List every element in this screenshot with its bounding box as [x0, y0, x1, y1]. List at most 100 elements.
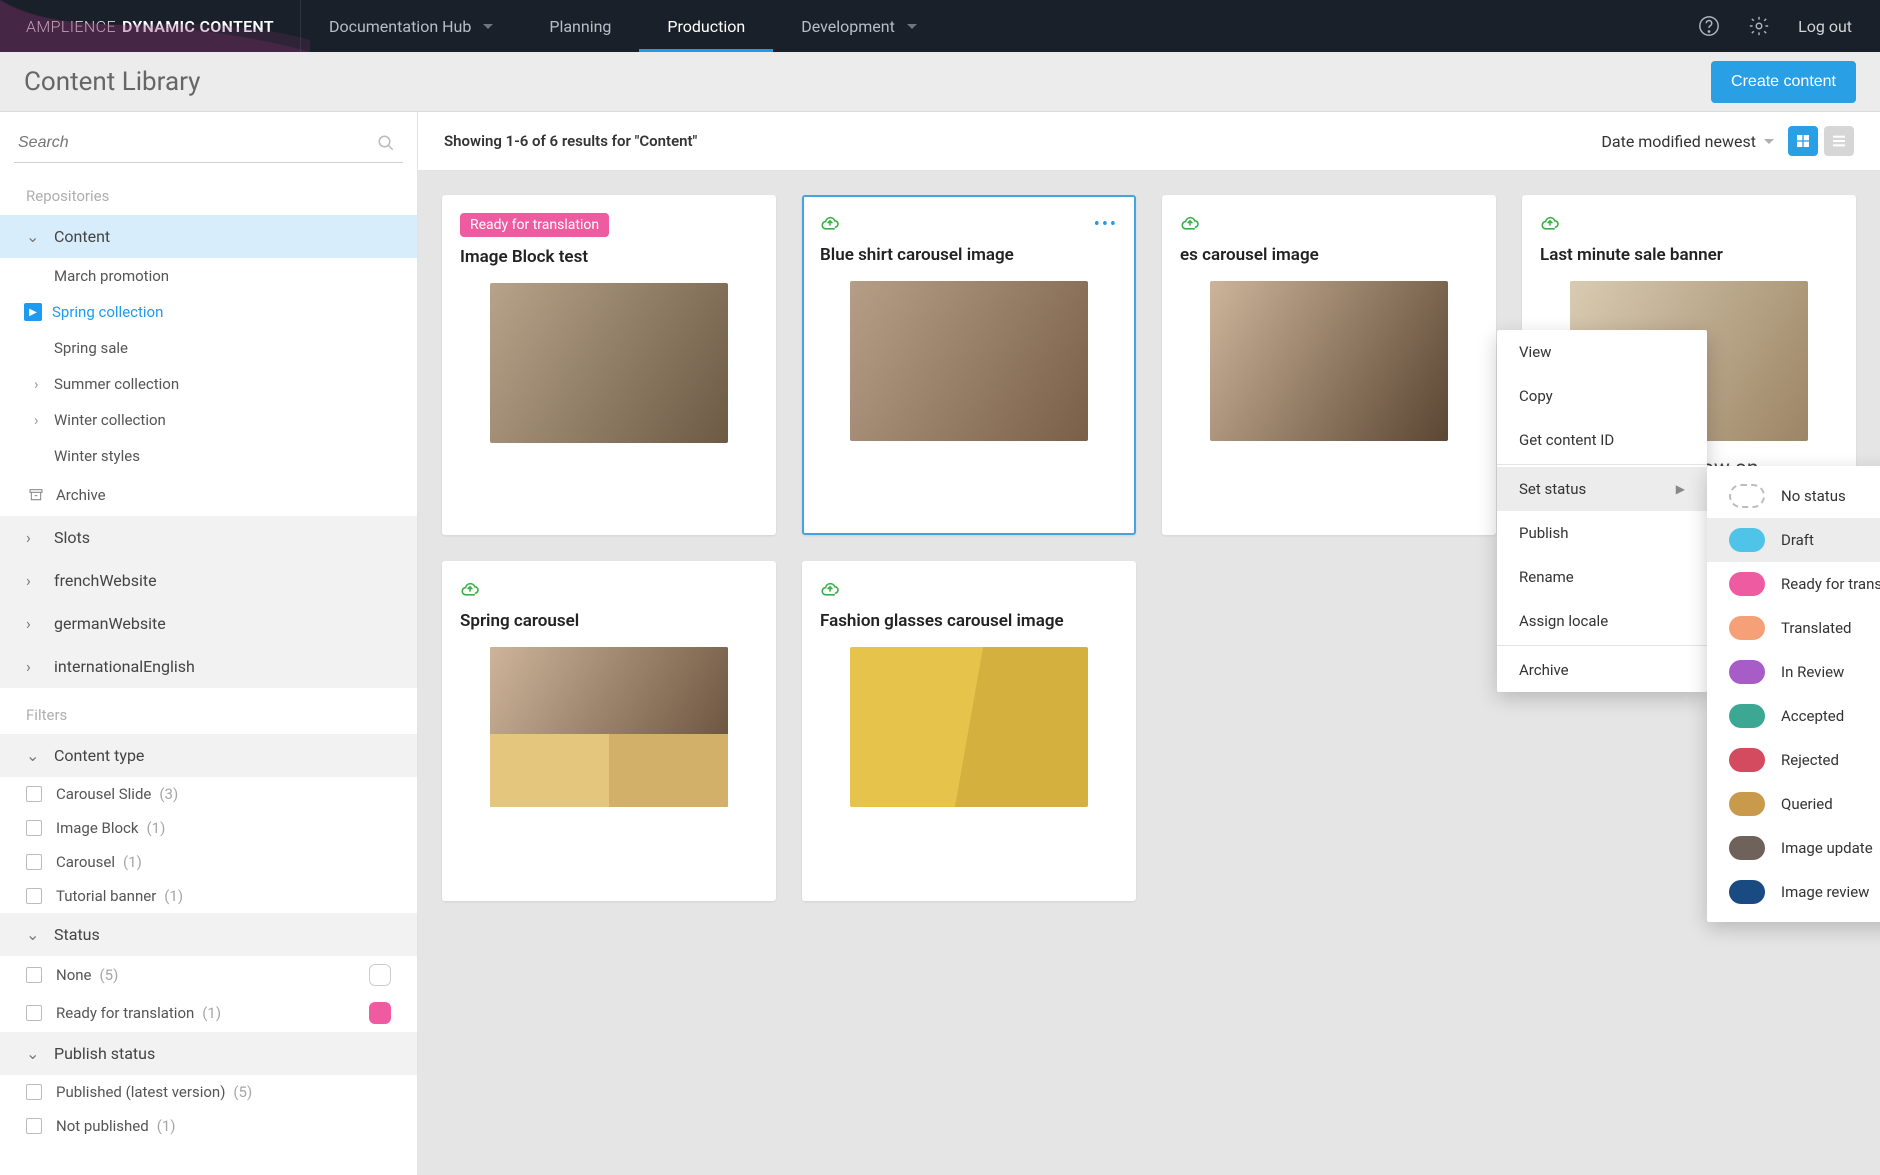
- content-card[interactable]: Ready for translationImage Block test: [442, 195, 776, 535]
- checkbox[interactable]: [26, 854, 42, 870]
- menu-set-status[interactable]: Set status ▶: [1497, 467, 1707, 511]
- tab-development[interactable]: Development: [773, 0, 945, 52]
- content-card[interactable]: Fashion glasses carousel image: [802, 561, 1136, 901]
- filter-count: (1): [123, 853, 142, 871]
- repo-tree: March promotion ▶Spring collection Spring …: [0, 258, 417, 474]
- status-dot: [1729, 836, 1765, 860]
- filter-item[interactable]: Image Block(1): [0, 811, 417, 845]
- sort-label: Date modified newest: [1601, 132, 1756, 151]
- checkbox[interactable]: [26, 967, 42, 983]
- chevron-down-icon: ⌄: [26, 227, 40, 246]
- card-more-button[interactable]: •••: [1094, 214, 1118, 235]
- filter-label: Image Block: [56, 819, 139, 837]
- filter-count: (3): [159, 785, 178, 803]
- status-dot: [1729, 880, 1765, 904]
- tree-item[interactable]: March promotion: [0, 258, 417, 294]
- tab-label: Planning: [549, 17, 611, 36]
- list-view-button[interactable]: [1824, 126, 1854, 156]
- sidebar: Repositories ⌄ Content March promotion▶S…: [0, 112, 418, 1175]
- tab-planning[interactable]: Planning: [521, 0, 639, 52]
- content-card[interactable]: Spring carousel: [442, 561, 776, 901]
- help-icon[interactable]: [1698, 15, 1720, 37]
- filter-status[interactable]: ⌄ Status: [0, 913, 417, 956]
- repo-content[interactable]: ⌄ Content: [0, 215, 417, 258]
- tree-label: Spring sale: [54, 339, 128, 357]
- status-option[interactable]: Rejected: [1707, 738, 1880, 782]
- menu-assign-locale[interactable]: Assign locale: [1497, 599, 1707, 643]
- status-option[interactable]: Image review: [1707, 870, 1880, 914]
- menu-divider: [1497, 464, 1707, 465]
- menu-rename[interactable]: Rename: [1497, 555, 1707, 599]
- content-card[interactable]: es carousel image: [1162, 195, 1496, 535]
- menu-get-content-id[interactable]: Get content ID: [1497, 418, 1707, 462]
- status-badge: Ready for translation: [460, 213, 609, 237]
- status-option[interactable]: Translated: [1707, 606, 1880, 650]
- checkbox[interactable]: [26, 1084, 42, 1100]
- status-label: Image update: [1781, 839, 1873, 857]
- repo-section[interactable]: ›frenchWebsite: [0, 559, 417, 602]
- status-option[interactable]: Accepted: [1707, 694, 1880, 738]
- chevron-right-icon: ›: [26, 657, 40, 676]
- search-input[interactable]: [14, 124, 403, 163]
- chevron-right-icon: ▶: [1676, 482, 1685, 496]
- content-bar: Showing 1-6 of 6 results for "Content" D…: [418, 112, 1880, 171]
- tree-label: March promotion: [54, 267, 169, 285]
- main: Repositories ⌄ Content March promotion▶S…: [0, 112, 1880, 1175]
- repo-section[interactable]: ›Slots: [0, 516, 417, 559]
- filter-item[interactable]: Carousel(1): [0, 845, 417, 879]
- content-card[interactable]: •••Blue shirt carousel image: [802, 195, 1136, 535]
- grid-view-button[interactable]: [1788, 126, 1818, 156]
- tree-item[interactable]: ▶Spring collection: [0, 294, 417, 330]
- menu-view[interactable]: View: [1497, 330, 1707, 374]
- filter-label: Status: [54, 925, 100, 944]
- cloud-upload-icon: [1540, 216, 1560, 232]
- tree-item[interactable]: Spring sale: [0, 330, 417, 366]
- gear-icon[interactable]: [1748, 15, 1770, 37]
- tab-production[interactable]: Production: [639, 0, 773, 52]
- archive-link[interactable]: Archive: [0, 474, 417, 516]
- checkbox[interactable]: [26, 1005, 42, 1021]
- card-thumbnail: [490, 647, 728, 807]
- filter-item[interactable]: Published (latest version)(5): [0, 1075, 417, 1109]
- tree-item[interactable]: ›Winter collection: [0, 402, 417, 438]
- filter-publish-status[interactable]: ⌄ Publish status: [0, 1032, 417, 1075]
- checkbox[interactable]: [26, 786, 42, 802]
- status-option[interactable]: Image update: [1707, 826, 1880, 870]
- filter-item[interactable]: Tutorial banner(1): [0, 879, 417, 913]
- filter-content-type[interactable]: ⌄ Content type: [0, 734, 417, 777]
- tab-documentation-hub[interactable]: Documentation Hub: [301, 0, 521, 52]
- filter-item[interactable]: Not published(1): [0, 1109, 417, 1143]
- filter-label: None: [56, 966, 92, 984]
- logout-link[interactable]: Log out: [1798, 17, 1852, 36]
- menu-archive[interactable]: Archive: [1497, 648, 1707, 692]
- chevron-right-icon: ›: [26, 614, 40, 633]
- checkbox[interactable]: [26, 820, 42, 836]
- status-option[interactable]: Draft: [1707, 518, 1880, 562]
- filter-item[interactable]: None(5): [0, 956, 417, 994]
- sort-dropdown[interactable]: Date modified newest: [1601, 132, 1774, 151]
- section-label: germanWebsite: [54, 614, 166, 633]
- menu-label: Copy: [1519, 387, 1553, 405]
- chevron-right-icon: ›: [34, 411, 44, 429]
- card-thumbnail: [850, 281, 1088, 441]
- status-option[interactable]: Queried: [1707, 782, 1880, 826]
- tree-item[interactable]: ›Summer collection: [0, 366, 417, 402]
- repo-section[interactable]: › germanWebsite: [0, 602, 417, 645]
- checkbox[interactable]: [26, 1118, 42, 1134]
- repo-section[interactable]: ›internationalEnglish: [0, 645, 417, 688]
- status-submenu: No statusDraftReady for translationTrans…: [1707, 466, 1880, 922]
- filter-item[interactable]: Ready for translation(1): [0, 994, 417, 1032]
- menu-label: Set status: [1519, 480, 1586, 498]
- filter-item[interactable]: Carousel Slide(3): [0, 777, 417, 811]
- create-content-button[interactable]: Create content: [1711, 61, 1856, 103]
- status-option[interactable]: Ready for translation: [1707, 562, 1880, 606]
- archive-icon: [28, 487, 44, 503]
- menu-copy[interactable]: Copy: [1497, 374, 1707, 418]
- tree-item[interactable]: Winter styles: [0, 438, 417, 474]
- status-option[interactable]: In Review: [1707, 650, 1880, 694]
- checkbox[interactable]: [26, 888, 42, 904]
- status-dot: [1729, 748, 1765, 772]
- menu-publish[interactable]: Publish: [1497, 511, 1707, 555]
- status-option[interactable]: No status: [1707, 474, 1880, 518]
- status-label: In Review: [1781, 663, 1844, 681]
